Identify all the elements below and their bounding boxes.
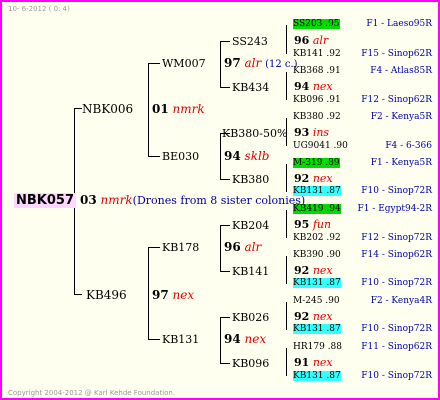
connector-line	[74, 294, 82, 295]
connector-line	[220, 225, 230, 226]
ancestor-g4-id[interactable]: HR179 .88	[293, 342, 342, 352]
grandparent-id[interactable]: WM007	[162, 57, 206, 70]
grandparent-id[interactable]: BE030	[162, 150, 199, 163]
ancestor-id[interactable]: KB434	[232, 81, 269, 94]
grandparent-info: 96 alr	[224, 240, 262, 254]
connector-line	[148, 339, 160, 340]
ancestor-g4-id[interactable]: KB096 .91	[293, 95, 341, 105]
ancestor-g4-link[interactable]: F1 - Egypt94-2R	[357, 204, 432, 214]
connector-line	[220, 133, 221, 179]
connector-line	[220, 179, 230, 180]
connector-line	[286, 164, 287, 192]
root-queen-info: 03 nmrk(Drones from 8 sister colonies)	[80, 193, 306, 207]
ancestor-g4-link[interactable]: F12 - Sinop72R	[361, 233, 432, 243]
ancestor-g4-link[interactable]: F10 - Sinop72R	[361, 186, 432, 196]
connector-line	[286, 348, 287, 376]
grandparent-info: 94 sklb	[224, 149, 270, 163]
ancestor-g4-link[interactable]: F15 - Sinop62R	[361, 49, 432, 59]
connector-line	[286, 302, 287, 330]
ancestor-g4-id[interactable]: SS203 .95	[293, 19, 340, 29]
ancestor-info: 91 nex	[294, 356, 333, 369]
ancestor-id[interactable]: KB026	[232, 311, 269, 324]
ancestor-g4-link[interactable]: F1 - Laeso95R	[366, 19, 432, 29]
ancestor-info: 95 fun	[294, 218, 332, 231]
ancestor-g4-link[interactable]: F10 - Sinop72R	[361, 371, 432, 381]
connector-line	[220, 271, 230, 272]
connector-line	[220, 317, 221, 363]
ancestor-g4-id[interactable]: KB131 .87	[293, 278, 341, 288]
ancestor-info: 92 nex	[294, 264, 333, 277]
parent-queen-id[interactable]: NBK006	[82, 102, 133, 116]
ancestor-g4-id[interactable]: KB202 .92	[293, 233, 341, 243]
ancestor-g4-link[interactable]: F2 - Kenya5R	[371, 112, 432, 122]
connector-line	[220, 363, 230, 364]
copyright-footer: Copyright 2004-2012 @ Karl Kehde Foundat…	[8, 389, 176, 397]
ancestor-g4-link[interactable]: F2 - Kenya4R	[371, 296, 432, 306]
grandparent-id[interactable]: KB178	[162, 241, 199, 254]
ancestor-g4-id[interactable]: KB141 .92	[293, 49, 341, 59]
grandparent-info: 94 nex	[224, 332, 267, 346]
connector-line	[220, 41, 230, 42]
ancestor-g4-link[interactable]: F12 - Sinop62R	[361, 95, 432, 105]
ancestor-g4-id[interactable]: UG9041 .90	[293, 141, 348, 151]
ancestor-id[interactable]: KB096	[232, 357, 269, 370]
ancestor-info: 92 nex	[294, 172, 333, 185]
ancestor-info: 92 nex	[294, 310, 333, 323]
connector-line	[148, 156, 160, 157]
connector-line	[220, 87, 230, 88]
ancestor-g4-id[interactable]: KB131 .87	[293, 371, 341, 381]
ancestor-g4-link[interactable]: F10 - Sinop72R	[361, 324, 432, 334]
connector-line	[286, 25, 287, 54]
connector-line	[220, 317, 230, 318]
ancestor-g4-link[interactable]: F14 - Sinop62R	[361, 250, 432, 260]
header-date: 10- 6-2012 ( 0: 4)	[8, 5, 70, 13]
ancestor-g4-link[interactable]: F1 - Kenya5R	[371, 158, 432, 168]
ancestor-g4-id[interactable]: M-319 .89	[293, 158, 340, 168]
ancestor-g4-id[interactable]: M-245 .90	[293, 296, 340, 306]
ancestor-id[interactable]: SS243	[232, 35, 268, 48]
ancestor-g4-id[interactable]: KB380 .92	[293, 112, 341, 122]
ancestor-id[interactable]: KB204	[232, 219, 269, 232]
drone-source-info: 97 nex	[152, 288, 195, 302]
connector-line	[148, 247, 149, 339]
ancestor-info: 94 nex	[294, 80, 333, 93]
ancestor-g4-link[interactable]: F4 - Atlas85R	[370, 66, 432, 76]
connector-line	[286, 210, 287, 238]
ancestor-g4-link[interactable]: F4 - 6-366	[385, 141, 432, 151]
ancestor-id[interactable]: KB380-50%	[222, 127, 287, 140]
ancestor-info: 93 ins	[294, 126, 330, 139]
connector-line	[74, 108, 82, 109]
connector-line	[148, 247, 160, 248]
grandparent-id[interactable]: KB131	[162, 333, 199, 346]
connector-line	[220, 41, 221, 87]
ancestor-g4-id[interactable]: KB131 .87	[293, 186, 341, 196]
ancestor-id[interactable]: KB380	[232, 173, 269, 186]
connector-line	[286, 256, 287, 284]
parent-queen-info: 01 nmrk	[152, 102, 205, 116]
connector-line	[220, 225, 221, 271]
ancestor-g4-link[interactable]: F10 - Sinop72R	[361, 278, 432, 288]
ancestor-g4-id[interactable]: KB419 .94	[293, 204, 341, 214]
pedigree-panel: 10- 6-2012 ( 0: 4) NBK057 03 nmrk(Drones…	[0, 0, 440, 400]
drone-source-id[interactable]: KB496	[86, 288, 127, 302]
ancestor-g4-id[interactable]: KB368 .91	[293, 66, 341, 76]
root-queen-id[interactable]: NBK057	[14, 193, 76, 208]
connector-line	[148, 63, 160, 64]
ancestor-g4-id[interactable]: KB131 .87	[293, 324, 341, 334]
ancestor-g4-id[interactable]: KB390 .90	[293, 250, 341, 260]
ancestor-g4-link[interactable]: F11 - Sinop62R	[361, 342, 432, 352]
connector-line	[286, 72, 287, 100]
ancestor-info: 96 alr	[294, 34, 329, 47]
grandparent-info: 97 alr (12 c.)	[224, 56, 298, 70]
ancestor-id[interactable]: KB141	[232, 265, 269, 278]
connector-line	[148, 63, 149, 156]
